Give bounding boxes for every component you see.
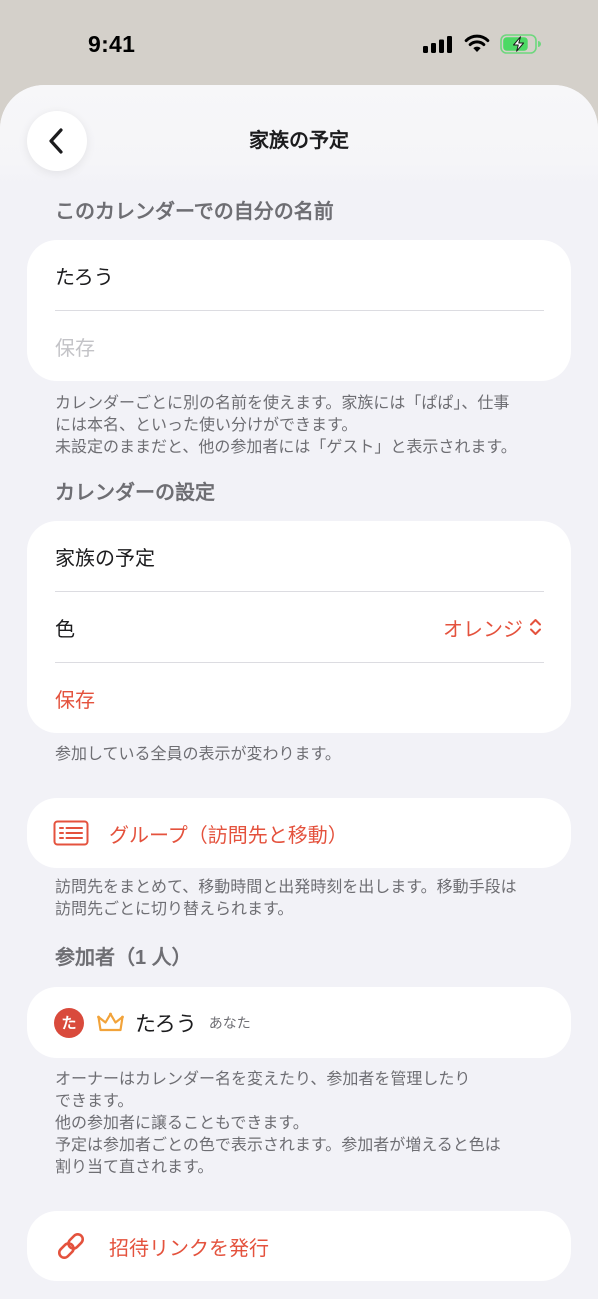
battery-charging-icon	[500, 34, 541, 54]
participant-row[interactable]: た たろう あなた	[27, 987, 571, 1058]
save-calendar-button[interactable]: 保存	[27, 663, 571, 733]
footer-line: 未設定のままだと、他の参加者には「ゲスト」と表示されます。	[55, 439, 517, 456]
section-header-calendar-settings: カレンダーの設定	[55, 482, 215, 504]
footer-line: オーナーはカレンダー名を変えたり、参加者を管理したり	[55, 1071, 471, 1088]
settings-sheet: 家族の予定 このカレンダーでの自分の名前 たろう 保存 カレンダーごとに別の名前…	[0, 85, 598, 1299]
participants-card: た たろう あなた	[27, 987, 571, 1058]
list-icon	[53, 820, 89, 846]
participant-name: たろう	[135, 1012, 197, 1036]
screen: 9:41 家族の予定 このカレンダーでの自分の名前 たろう 保存 カレンダーごと…	[0, 0, 598, 1299]
group-label: グループ（訪問先と移動）	[109, 824, 348, 847]
crown-icon	[97, 1012, 124, 1032]
status-time: 9:41	[88, 31, 136, 57]
footer-line: 訪問先をまとめて、移動時間と出発時刻を出します。移動手段は	[55, 879, 517, 896]
chevron-up-down-icon	[530, 619, 541, 635]
color-value: オレンジ	[443, 618, 523, 641]
save-name-label: 保存	[55, 337, 95, 360]
section-header-my-name: このカレンダーでの自分の名前	[55, 201, 334, 223]
invite-link-label: 招待リンクを発行	[109, 1237, 269, 1260]
group-card: グループ（訪問先と移動）	[27, 798, 571, 868]
color-picker-row[interactable]: 色 オレンジ	[27, 592, 571, 662]
you-badge: あなた	[208, 1014, 251, 1031]
footer-line: には本名、といった使い分けができます。	[55, 417, 358, 434]
my-name-card: たろう 保存	[27, 240, 571, 381]
avatar: た	[54, 1007, 84, 1038]
invite-card: 招待リンクを発行	[27, 1211, 571, 1281]
status-bar: 9:41	[0, 0, 598, 85]
save-calendar-label: 保存	[55, 689, 95, 712]
footer-line: 他の参加者に譲ることもできます。	[55, 1115, 309, 1132]
footer-line: できます。	[55, 1093, 134, 1110]
footer-line: 訪問先ごとに切り替えられます。	[55, 901, 294, 918]
wifi-icon	[464, 34, 490, 52]
color-label: 色	[55, 618, 75, 641]
calendar-name-input[interactable]: 家族の予定	[27, 521, 571, 591]
footer-line: 参加している全員の表示が変わります。	[55, 746, 341, 763]
save-name-button[interactable]: 保存	[27, 311, 571, 381]
section-header-participants: 参加者（1 人）	[55, 947, 192, 969]
calendar-name-value: 家族の予定	[55, 547, 155, 570]
display-name-input[interactable]: たろう	[27, 240, 571, 310]
issue-invite-link-button[interactable]: 招待リンクを発行	[27, 1211, 571, 1281]
calendar-settings-footer: 参加している全員の表示が変わります。	[55, 744, 341, 766]
page-title: 家族の予定	[249, 130, 349, 152]
footer-line: カレンダーごとに別の名前を使えます。家族には「ぱぱ」、仕事	[55, 395, 510, 412]
group-footer: 訪問先をまとめて、移動時間と出発時刻を出します。移動手段は 訪問先ごとに切り替え…	[55, 877, 517, 921]
calendar-settings-card: 家族の予定 色 オレンジ 保存	[27, 521, 571, 733]
group-button[interactable]: グループ（訪問先と移動）	[27, 798, 571, 868]
color-picker[interactable]: オレンジ	[443, 613, 542, 642]
footer-line: 割り当て直されます。	[55, 1159, 214, 1176]
display-name-value: たろう	[55, 266, 114, 289]
footer-line: 予定は参加者ごとの色で表示されます。参加者が増えると色は	[55, 1137, 501, 1154]
participants-footer: オーナーはカレンダー名を変えたり、参加者を管理したり できます。 他の参加者に譲…	[55, 1069, 501, 1179]
my-name-footer: カレンダーごとに別の名前を使えます。家族には「ぱぱ」、仕事 には本名、といった使…	[55, 393, 517, 459]
link-icon	[57, 1232, 85, 1260]
cellular-signal-icon	[423, 36, 452, 53]
